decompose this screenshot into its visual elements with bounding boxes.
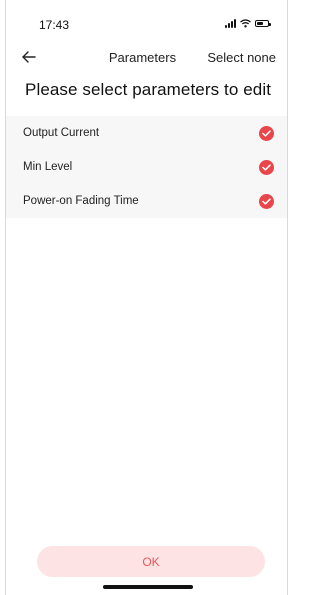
app-screen: 17:43 Parameters Select none Please sele…	[5, 0, 288, 595]
battery-icon	[255, 19, 271, 27]
page-heading: Please select parameters to edit	[25, 80, 272, 99]
wifi-icon	[240, 18, 251, 27]
parameter-item-min-level[interactable]: Min Level	[6, 150, 287, 184]
parameter-item-output-current[interactable]: Output Current	[6, 116, 287, 150]
status-time: 17:43	[39, 18, 70, 32]
parameter-list: Output Current Min Level Power-on Fading…	[6, 116, 287, 218]
status-bar: 17:43	[6, 0, 287, 40]
parameter-label: Output Current	[23, 127, 100, 139]
home-indicator	[103, 585, 193, 589]
parameter-item-power-on-fading-time[interactable]: Power-on Fading Time	[6, 184, 287, 218]
select-none-button[interactable]: Select none	[207, 50, 276, 65]
parameter-label: Power-on Fading Time	[23, 195, 139, 207]
nav-bar: Parameters Select none	[6, 40, 287, 74]
checkmark-icon[interactable]	[259, 125, 274, 141]
signal-icon	[225, 18, 236, 28]
parameter-label: Min Level	[23, 161, 73, 173]
status-icons	[225, 18, 271, 28]
checkmark-icon[interactable]	[259, 159, 274, 175]
ok-button[interactable]: OK	[37, 546, 265, 577]
checkmark-icon[interactable]	[259, 193, 274, 209]
